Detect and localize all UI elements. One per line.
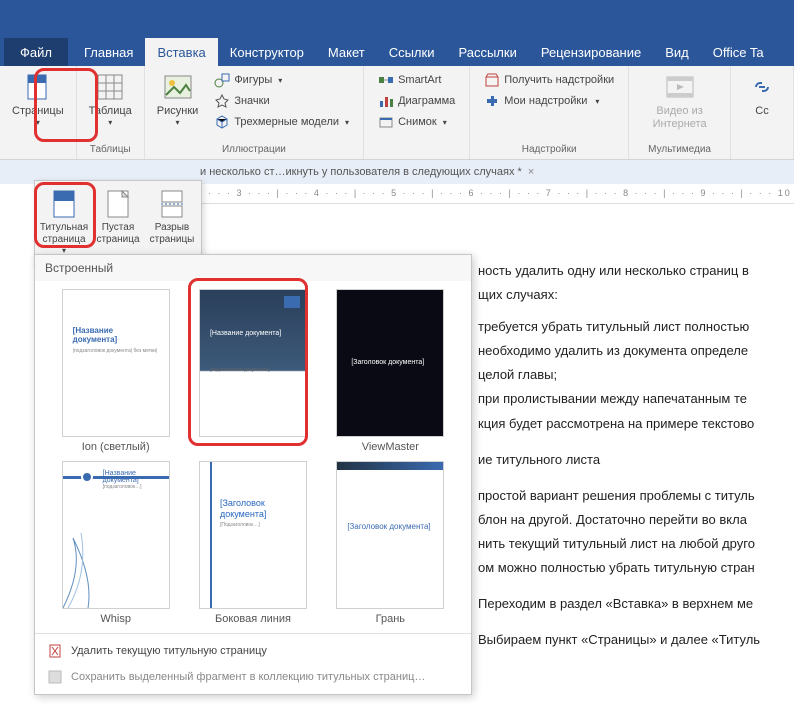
gallery-item-whisp[interactable]: [Название документа] [подзаголовок…] Whi… — [53, 461, 178, 625]
links-button[interactable]: Сс — [737, 68, 787, 121]
screenshot-button[interactable]: Снимок▾ — [372, 112, 461, 132]
tab-office[interactable]: Office Ta — [701, 38, 776, 66]
video-label: Видео из Интернета — [641, 105, 718, 131]
illustrations-group-label: Иллюстрации — [222, 142, 286, 157]
tab-references[interactable]: Ссылки — [377, 38, 447, 66]
tab-design[interactable]: Конструктор — [218, 38, 316, 66]
tab-view[interactable]: Вид — [653, 38, 701, 66]
delete-cover-button[interactable]: Удалить текущую титульную страницу — [35, 638, 471, 664]
document-body[interactable]: ность удалить одну или несколько страниц… — [478, 260, 794, 653]
my-addins-button[interactable]: Мои надстройки▾ — [478, 91, 620, 111]
pictures-button[interactable]: Рисунки ▾ — [151, 68, 205, 131]
gallery-item-sideline[interactable]: [Заголовок документа] [Подзаголовок…] Бо… — [190, 461, 315, 625]
ruler[interactable]: · · · 3 · · · | · · · 4 · · · | · · · 5 … — [200, 184, 794, 204]
tab-insert[interactable]: Вставка — [145, 38, 217, 66]
pages-dropdown: Титульная страница ▾ Пустая страница Раз… — [34, 180, 202, 264]
pictures-icon — [162, 71, 194, 103]
cover-gallery: Встроенный [Название документа] |подзаго… — [34, 254, 472, 695]
addins-group-label: Надстройки — [522, 142, 577, 157]
gallery-header: Встроенный — [35, 255, 471, 281]
save-icon — [47, 669, 63, 685]
store-icon — [484, 72, 500, 88]
titlebar — [0, 0, 794, 38]
shapes-button[interactable]: Фигуры▾ — [208, 70, 355, 90]
ribbon-tabs: Файл Главная Вставка Конструктор Макет С… — [0, 38, 794, 66]
chart-button[interactable]: Диаграмма — [372, 91, 461, 111]
tables-group-label: Таблицы — [90, 142, 131, 157]
addin-icon — [484, 93, 500, 109]
table-button[interactable]: Таблица ▾ — [83, 68, 138, 131]
pages-button[interactable]: Страницы ▾ — [6, 68, 70, 131]
table-icon — [94, 71, 126, 103]
tab-review[interactable]: Рецензирование — [529, 38, 653, 66]
screenshot-icon — [378, 114, 394, 130]
ribbon: Страницы ▾ Таблица ▾ Таблицы Рисунки — [0, 66, 794, 160]
video-icon — [664, 71, 696, 103]
tab-mailings[interactable]: Рассылки — [446, 38, 528, 66]
pages-label: Страницы — [12, 105, 64, 118]
gallery-item-viewmaster[interactable]: [Заголовок документа] ViewMaster — [328, 289, 453, 453]
tab-home[interactable]: Главная — [72, 38, 145, 66]
pages-icon — [22, 71, 54, 103]
icons-icon — [214, 93, 230, 109]
chart-icon — [378, 93, 394, 109]
page-break-button[interactable]: Разрыв страницы — [147, 185, 197, 259]
link-icon — [746, 71, 778, 103]
delete-icon — [47, 643, 63, 659]
blank-page-button[interactable]: Пустая страница — [93, 185, 143, 259]
smartart-icon — [378, 72, 394, 88]
gallery-item-ion-light[interactable]: [Название документа] |подзаголовок докум… — [53, 289, 178, 453]
video-button[interactable]: Видео из Интернета — [635, 68, 724, 134]
smartart-button[interactable]: SmartArt — [372, 70, 461, 90]
page-break-icon — [156, 188, 188, 220]
pictures-label: Рисунки — [157, 105, 199, 118]
save-cover-button: Сохранить выделенный фрагмент в коллекци… — [35, 664, 471, 690]
cover-page-icon — [48, 188, 80, 220]
get-addins-button[interactable]: Получить надстройки — [478, 70, 620, 90]
tab-file[interactable]: Файл — [4, 38, 68, 66]
media-group-label: Мультимедиа — [648, 142, 711, 157]
models-button[interactable]: Трехмерные модели▾ — [208, 112, 355, 132]
cube-icon — [214, 114, 230, 130]
shapes-icon — [214, 72, 230, 88]
icons-button[interactable]: Значки — [208, 91, 355, 111]
pages-group-label — [36, 142, 39, 157]
gallery-item-ion-dark[interactable]: [Название документа] [подзаголовок докум… — [190, 289, 315, 453]
gallery-item-facet[interactable]: [Заголовок документа] Грань — [328, 461, 453, 625]
blank-page-icon — [102, 188, 134, 220]
cover-page-button[interactable]: Титульная страница ▾ — [39, 185, 89, 259]
table-label: Таблица — [89, 105, 132, 118]
tab-layout[interactable]: Макет — [316, 38, 377, 66]
